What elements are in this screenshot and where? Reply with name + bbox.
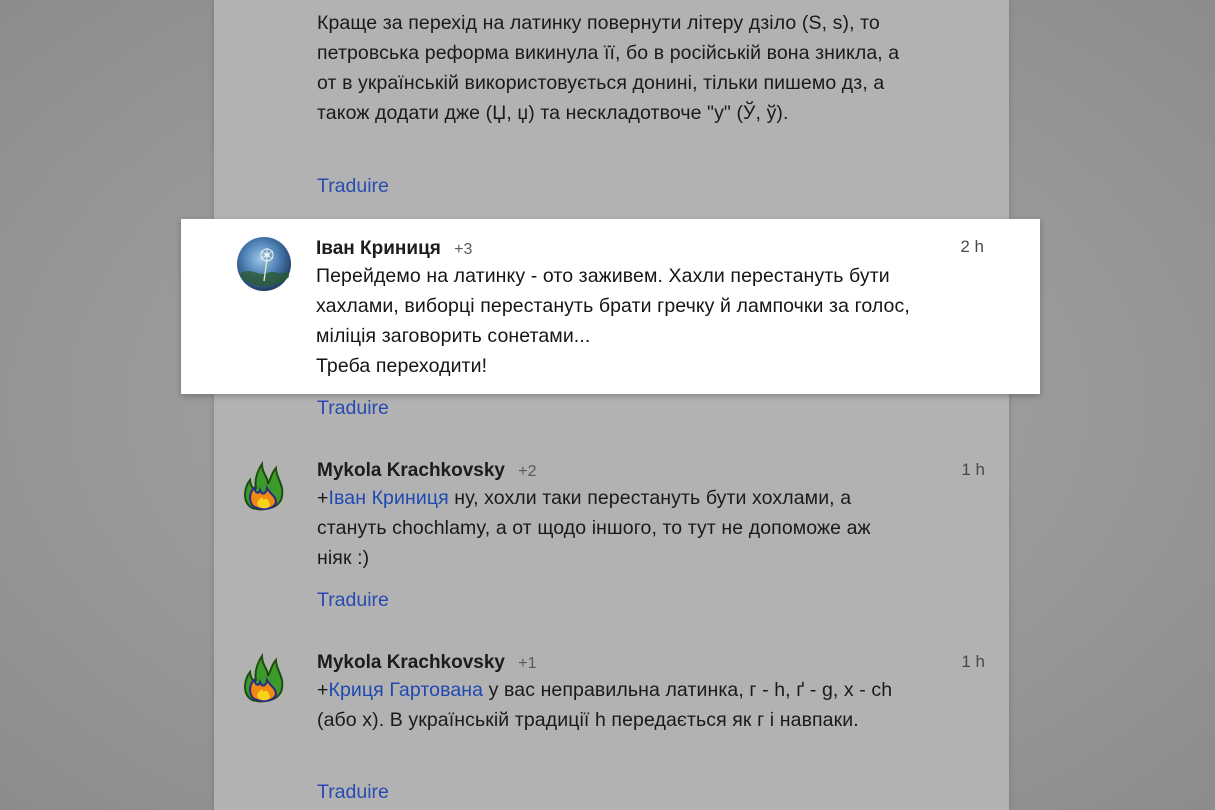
translate-link[interactable]: Traduire — [317, 175, 389, 198]
comment-time: 1 h — [961, 652, 985, 671]
comment-time: 1 h — [961, 460, 985, 479]
comment-paragraph: Краще за перехід на латинку повернути лі… — [317, 12, 900, 124]
mention-link[interactable]: Іван Криниця — [329, 487, 449, 509]
comment-paragraph: Треба переходити! — [316, 355, 488, 377]
author-line: Mykola Krachkovsky +2 — [317, 459, 537, 484]
flame-avatar-icon[interactable] — [238, 458, 292, 512]
comment-paragraph: +Криця Гартована у вас неправильна латин… — [317, 675, 907, 735]
highlighted-comment: Іван Криниця +3 2 h Перейдемо на латинку… — [181, 219, 1040, 394]
plus-count: +1 — [518, 655, 537, 672]
translate-link[interactable]: Traduire — [317, 781, 389, 804]
author-line: Mykola Krachkovsky +1 — [317, 651, 537, 676]
comment-text: +Криця Гартована у вас неправильна латин… — [317, 675, 907, 735]
author-name[interactable]: Mykola Krachkovsky — [317, 652, 505, 673]
mention-link[interactable]: Криця Гартована — [329, 679, 484, 701]
dandelion-globe-avatar-icon[interactable] — [237, 237, 291, 291]
comment-text: Краще за перехід на латинку повернути лі… — [317, 8, 907, 128]
author-name[interactable]: Іван Криниця — [316, 238, 441, 259]
comment-paragraph: +Іван Криниця ну, хохли таки перестануть… — [317, 483, 907, 573]
mention-prefix: + — [317, 487, 329, 509]
author-name[interactable]: Mykola Krachkovsky — [317, 460, 505, 481]
comment-text: +Іван Криниця ну, хохли таки перестануть… — [317, 483, 907, 573]
comment-text: Перейдемо на латинку - ото заживем. Хахл… — [316, 261, 916, 381]
author-line: Іван Криниця +3 — [316, 237, 472, 262]
flame-avatar-icon[interactable] — [238, 650, 292, 704]
plus-count: +2 — [518, 463, 537, 480]
translate-link[interactable]: Traduire — [317, 589, 389, 612]
mention-prefix: + — [317, 679, 329, 701]
comments-column: Краще за перехід на латинку повернути лі… — [214, 0, 1009, 810]
plus-count: +3 — [454, 241, 473, 258]
comment-paragraph: Перейдемо на латинку - ото заживем. Хахл… — [316, 265, 910, 347]
translate-link[interactable]: Traduire — [317, 397, 389, 420]
comment-time: 2 h — [960, 237, 984, 256]
